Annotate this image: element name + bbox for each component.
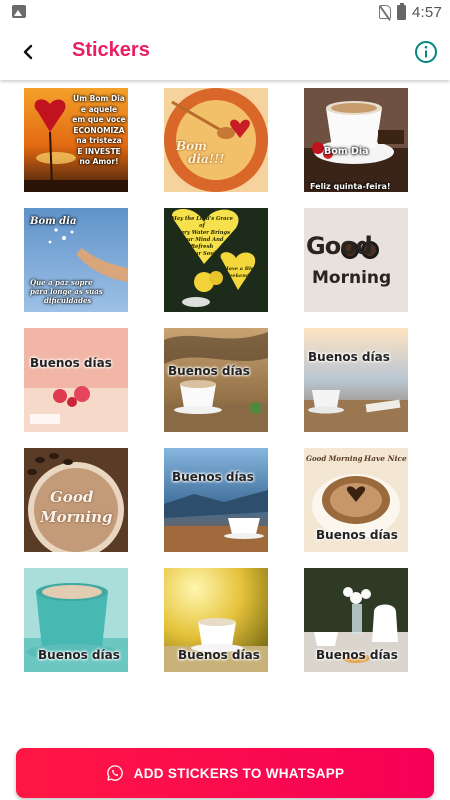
status-bar: 4:57: [0, 0, 450, 24]
sticker-text: Buenos días: [172, 470, 254, 484]
sticker-text: no Amor!: [79, 157, 119, 166]
add-stickers-to-whatsapp-button[interactable]: ADD STICKERS TO WHATSAPP: [16, 748, 434, 798]
sticker-text: Um Bom Dia: [73, 94, 125, 103]
sticker-text: em que voce: [72, 115, 126, 124]
sticker-text: Bom Dia: [324, 146, 369, 157]
sticker-text: Good: [306, 232, 373, 260]
sticker-text: Good Morning: [306, 454, 363, 463]
sticker-text: Buenos días: [30, 356, 112, 370]
sticker-text: Morning: [312, 268, 392, 288]
sticker-tile[interactable]: May the Lord's Grace of Every Water Brin…: [164, 208, 268, 312]
sticker-text: Buenos días: [168, 364, 250, 378]
back-arrow-icon[interactable]: [14, 38, 42, 66]
sticker-text: Weekend: [224, 273, 250, 279]
status-bar-right: 4:57: [379, 2, 442, 21]
add-stickers-button-label: ADD STICKERS TO WHATSAPP: [133, 765, 345, 781]
battery-icon: [397, 2, 406, 20]
sticker-text: Buenos días: [316, 528, 398, 542]
sticker-text: ECONOMIZA: [73, 125, 125, 135]
sticker-tile[interactable]: Buenos días: [24, 568, 128, 672]
image-notification-icon: [12, 5, 26, 18]
app-bar: Stickers: [0, 24, 450, 80]
sticker-tile[interactable]: Bom dia!!!: [164, 88, 268, 192]
sticker-text: para longe as suas: [30, 287, 103, 296]
sticker-tile[interactable]: Good Morning Have Nice Buenos días: [304, 448, 408, 552]
sticker-text: dificuldades: [44, 296, 92, 305]
whatsapp-icon: [106, 765, 123, 781]
sticker-text: Have a Blessed: [224, 266, 267, 272]
sticker-text: Buenos días: [178, 648, 260, 662]
sticker-tile[interactable]: Buenos días: [164, 568, 268, 672]
sticker-text: dia!!!: [188, 152, 225, 166]
sticker-tile[interactable]: Good Morning: [24, 448, 128, 552]
sticker-tile[interactable]: Buenos días: [304, 328, 408, 432]
sticker-text: Refresh: [190, 244, 214, 250]
sticker-tile[interactable]: Buenos días: [164, 328, 268, 432]
sticker-text: May the Lord's Grace of: [171, 216, 233, 229]
sticker-text: Every Water Brings: [173, 230, 231, 236]
sticker-tile[interactable]: Bom dia Que a paz sopre para longe as su…: [24, 208, 128, 312]
page-title: Stickers: [72, 39, 150, 61]
info-icon[interactable]: [414, 40, 438, 64]
sticker-text: Buenos días: [316, 648, 398, 662]
sticker-text: Que a paz sopre: [30, 278, 93, 287]
sticker-text: na tristeza: [76, 136, 122, 145]
sticker-text: Buenos días: [38, 648, 120, 662]
sticker-tile[interactable]: Good Morning: [304, 208, 408, 312]
sticker-text: Bom dia: [30, 216, 77, 227]
sticker-tile[interactable]: Bom Dia Feliz quinta-feira!: [304, 88, 408, 192]
sticker-tile[interactable]: Um Bom Dia e aquele em que voce ECONOMIZ…: [24, 88, 128, 192]
sticker-text: E INVESTE: [77, 146, 121, 156]
sticker-tile[interactable]: Buenos días: [304, 568, 408, 672]
sticker-text: Have Nice: [364, 454, 407, 463]
sticker-tile[interactable]: Buenos días: [24, 328, 128, 432]
sticker-text: Morning: [40, 508, 113, 526]
sticker-text: Feliz quinta-feira!: [310, 182, 391, 191]
sticker-text: Good: [50, 488, 94, 506]
sticker-text: your Mind And: [180, 237, 224, 243]
no-sim-icon: [379, 5, 391, 19]
sticker-text: Buenos días: [308, 350, 390, 364]
sticker-text: e aquele: [80, 104, 118, 114]
sticker-tile[interactable]: Buenos días: [164, 448, 268, 552]
status-time: 4:57: [412, 3, 442, 21]
sticker-text: Your Soul: [188, 251, 216, 257]
